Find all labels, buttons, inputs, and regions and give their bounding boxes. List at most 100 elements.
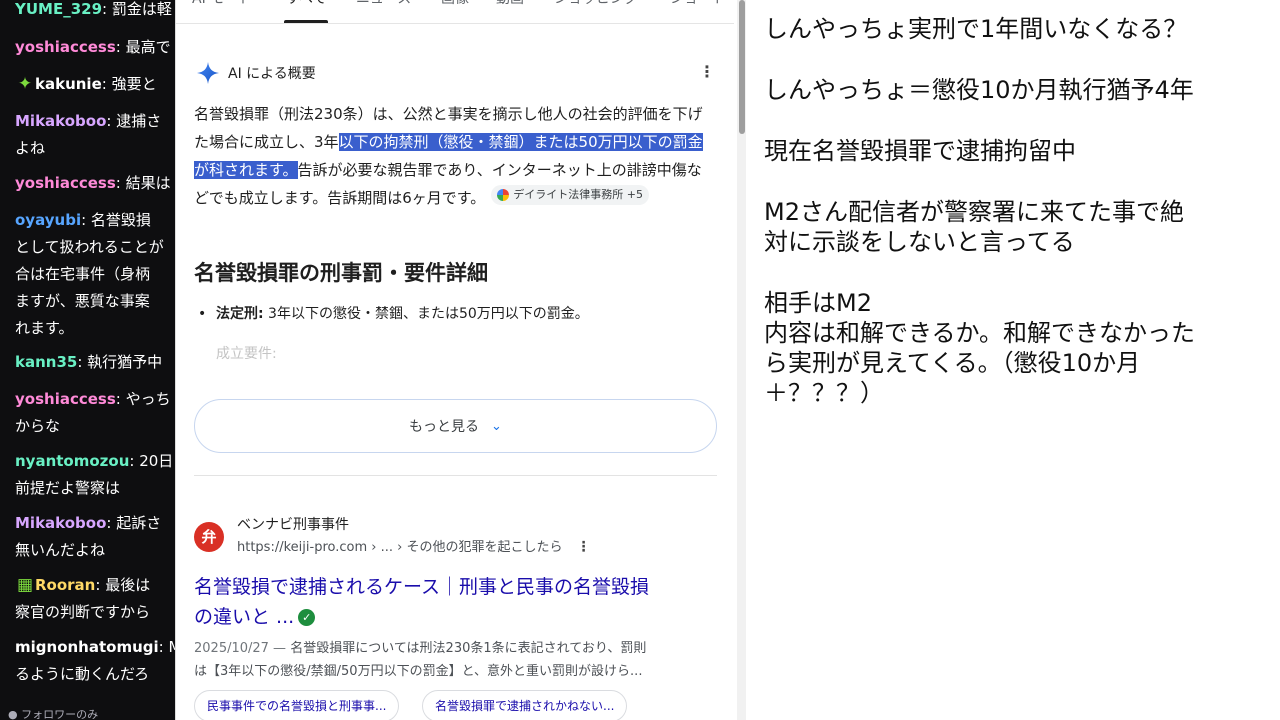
chat-message-text: 前提だよ警察は bbox=[15, 479, 121, 497]
chat-message-text: 合は在宅事件（身柄 bbox=[15, 265, 151, 283]
chat-username[interactable]: YUME_329 bbox=[15, 0, 102, 18]
chat-message-text: 最後は bbox=[105, 576, 151, 594]
chat-message: kann35: 執行猶予中 bbox=[0, 349, 186, 376]
bullet-text: 3年以下の懲役・禁錮、または50万円以下の罰金。 bbox=[263, 306, 589, 322]
chat-message: yoshiaccess: 結果は bbox=[0, 170, 186, 197]
chat-message: yoshiaccess: やっち からな bbox=[0, 386, 186, 440]
chat-separator: : bbox=[106, 514, 117, 532]
tab-all[interactable]: すべて bbox=[286, 0, 326, 8]
snippet-line1: 名誉毀損罪については刑法230条1条に表記されており、罰則 bbox=[290, 641, 647, 656]
chat-message-line: yoshiaccess: 最高で bbox=[15, 34, 186, 61]
chat-username[interactable]: Rooran bbox=[35, 576, 95, 594]
chat-message-line: yoshiaccess: やっち bbox=[15, 386, 186, 413]
chat-message-text: るように動くんだろ bbox=[15, 665, 150, 683]
chat-username[interactable]: nyantomozou bbox=[15, 452, 129, 470]
chat-message-text: 逮捕さ bbox=[116, 112, 162, 130]
chat-message-line: 前提だよ警察は bbox=[15, 475, 186, 502]
chat-message: yoshiaccess: 最高で bbox=[0, 34, 186, 61]
chat-separator: : bbox=[77, 353, 88, 371]
tab-shorts[interactable]: ショート bbox=[670, 0, 726, 8]
chat-message-text: 起訴さ bbox=[116, 514, 162, 532]
chat-message-line: 察官の判断ですから bbox=[15, 599, 186, 626]
chat-badge-icon: ✦ bbox=[17, 74, 33, 94]
tab-videos[interactable]: 動画 bbox=[496, 0, 524, 8]
related-search-chip[interactable]: 民事事件での名誉毀損と刑事事... bbox=[194, 690, 400, 720]
chat-username[interactable]: kann35 bbox=[15, 353, 77, 371]
bullet-icon: • bbox=[198, 306, 207, 322]
chat-message-line: oyayubi: 名誉毀損 bbox=[15, 207, 186, 234]
chat-message-line: 無いんだよね bbox=[15, 537, 186, 564]
chat-message-text: 執行猶予中 bbox=[87, 353, 163, 371]
search-tabs: AI モード すべて ニュース 画像 動画 ショッピング ショート bbox=[176, 0, 734, 24]
chat-separator: : bbox=[95, 576, 106, 594]
chat-message-text: 20日 bbox=[139, 452, 174, 470]
result-site-name[interactable]: ベンナビ刑事事件 bbox=[237, 515, 349, 535]
result-title-line2: の違いと ... bbox=[194, 606, 295, 628]
chat-message-line: Mikakoboo: 逮捕さ bbox=[15, 108, 186, 135]
show-more-button[interactable]: もっと見る ⌄ bbox=[194, 399, 717, 453]
result-title-link[interactable]: 名誉毀損で逮捕されるケース｜刑事と民事の名誉毀損 の違いと ... ✓ bbox=[194, 572, 724, 632]
chat-message: ✦ kakunie: 強要と bbox=[0, 71, 186, 98]
chat-message-line: よね bbox=[15, 135, 186, 162]
show-more-label: もっと見る bbox=[409, 419, 480, 435]
result-url[interactable]: https://keiji-pro.com › ... › その他の犯罪を起こし… bbox=[237, 538, 590, 558]
chevron-down-icon: ⌄ bbox=[491, 418, 502, 434]
chat-message-line: ますが、悪質な事案 bbox=[15, 288, 186, 315]
scrollbar-thumb[interactable] bbox=[739, 0, 745, 134]
source-chip-label: デイライト法律事務所 +5 bbox=[513, 188, 643, 201]
tab-images[interactable]: 画像 bbox=[441, 0, 469, 8]
chat-username[interactable]: Mikakoboo bbox=[15, 112, 106, 130]
chat-badge-icon: ▦ bbox=[16, 575, 34, 595]
chat-username[interactable]: kakunie bbox=[35, 75, 102, 93]
chat-message-text: 無いんだよね bbox=[15, 541, 106, 559]
chat-message-line: ✦ kakunie: 強要と bbox=[15, 71, 186, 98]
chat-message-line: からな bbox=[15, 413, 186, 440]
chat-message-line: YUME_329: 罰金は軽 bbox=[15, 0, 186, 23]
chat-message: oyayubi: 名誉毀損として扱われることが 合は在宅事件（身柄ますが、悪質な事… bbox=[0, 207, 186, 342]
chat-message-text: れます。 bbox=[15, 319, 74, 337]
fade-overlay bbox=[176, 360, 734, 404]
chat-username[interactable]: Mikakoboo bbox=[15, 514, 106, 532]
chat-message-text: 察官の判断ですから bbox=[15, 603, 151, 621]
note-line: 現在名誉毀損罪で逮捕拘留中 bbox=[764, 137, 1076, 165]
tab-shopping[interactable]: ショッピング bbox=[554, 0, 638, 8]
chat-message-line: Mikakoboo: 起訴さ bbox=[15, 510, 186, 537]
source-chip[interactable]: デイライト法律事務所 +5 bbox=[491, 185, 649, 205]
chat-message: YUME_329: 罰金は軽 bbox=[0, 0, 186, 23]
ai-overview-title: AI による概要 bbox=[228, 66, 316, 82]
chat-username[interactable]: mignonhatomugi bbox=[15, 638, 159, 656]
chat-username[interactable]: oyayubi bbox=[15, 211, 81, 229]
chat-message-line: ▦ Rooran: 最後は bbox=[15, 572, 186, 599]
chat-message: nyantomozou: 20日 前提だよ警察は bbox=[0, 448, 186, 502]
notes-panel: しんやっちょ実刑で1年間いなくなる？ しんやっちょ＝懲役10か月執行猶予4年 現… bbox=[746, 0, 1280, 720]
chat-separator: : bbox=[158, 638, 169, 656]
more-options-icon[interactable]: ⋮ bbox=[699, 64, 715, 80]
note-line: M2さん配信者が警察署に来てた事で絶 bbox=[764, 198, 1184, 226]
scrollbar[interactable] bbox=[737, 0, 746, 720]
tab-news[interactable]: ニュース bbox=[356, 0, 411, 8]
result-title-line1: 名誉毀損で逮捕されるケース｜刑事と民事の名誉毀損 bbox=[194, 576, 650, 598]
chat-username[interactable]: yoshiaccess bbox=[15, 390, 116, 408]
chat-message: ▦ Rooran: 最後は察官の判断ですから bbox=[0, 572, 186, 626]
chat-message-text: 最高で bbox=[125, 38, 171, 56]
note-line: しんやっちょ＝懲役10か月執行猶予4年 bbox=[764, 76, 1194, 104]
chat-message-line: 合は在宅事件（身柄 bbox=[15, 261, 186, 288]
bullet-label: 法定刑: bbox=[216, 306, 264, 322]
chat-message-text: 罰金は軽 bbox=[111, 0, 172, 18]
tab-ai-mode[interactable]: AI モード bbox=[192, 0, 252, 8]
related-search-chip[interactable]: 名誉毀損罪で逮捕されかねない... bbox=[422, 690, 628, 720]
chat-message-line: kann35: 執行猶予中 bbox=[15, 349, 186, 376]
chat-separator: : bbox=[129, 452, 140, 470]
chat-username[interactable]: yoshiaccess bbox=[15, 38, 116, 56]
section-heading: 名誉毀損罪の刑事罰・要件詳細 bbox=[194, 261, 488, 285]
chat-username[interactable]: yoshiaccess bbox=[15, 174, 116, 192]
active-tab-indicator bbox=[284, 20, 328, 23]
note-line: ＋？？？） bbox=[764, 379, 884, 407]
chat-message-text: やっち bbox=[125, 390, 171, 408]
site-favicon[interactable]: 弁 bbox=[194, 522, 224, 552]
result-options-icon[interactable]: ⋮ bbox=[576, 539, 590, 555]
sparkle-icon bbox=[197, 62, 219, 84]
chat-message-text: として扱われることが bbox=[15, 238, 164, 256]
chat-message: mignonhatomugi: M るように動くんだろ bbox=[0, 634, 186, 688]
chat-separator: : bbox=[106, 112, 117, 130]
